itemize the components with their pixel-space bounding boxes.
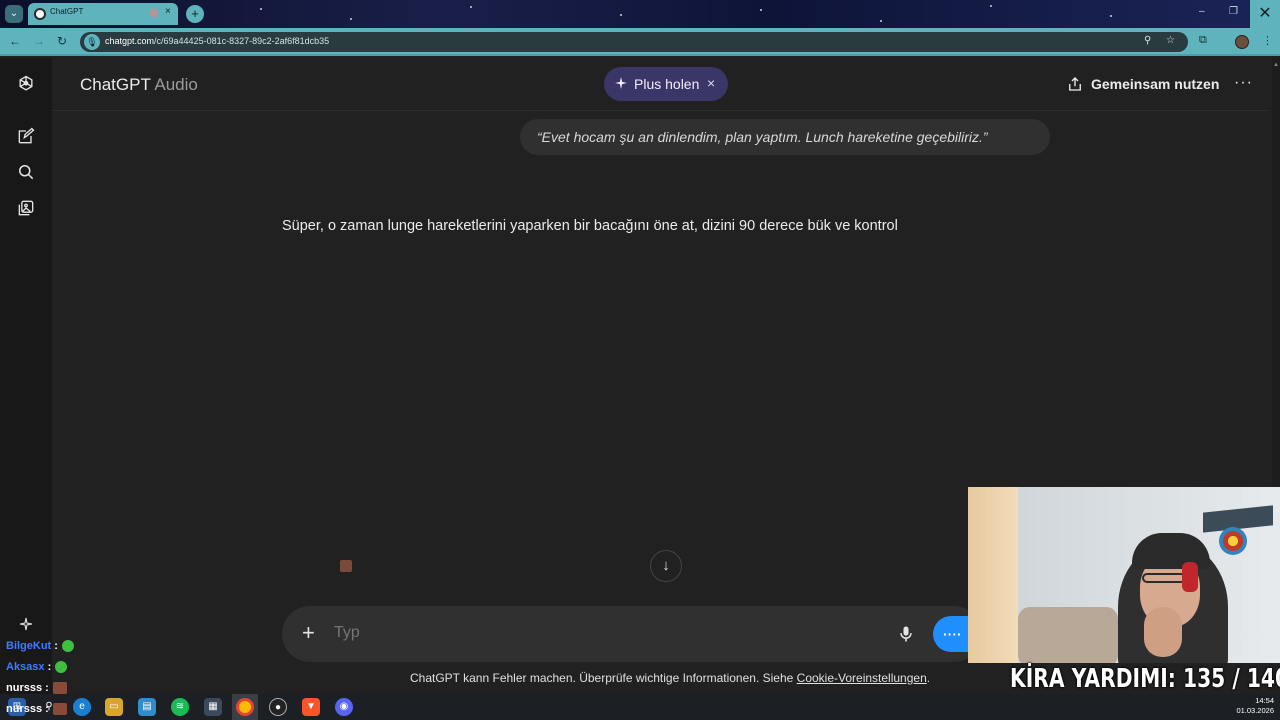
assistant-message-text: Süper, o zaman lunge hareketlerini yapar…	[282, 218, 898, 234]
obs-icon[interactable]: ●	[269, 698, 287, 716]
chat-line: BilgeKut :	[6, 640, 74, 653]
chat-line: nursss :	[6, 682, 67, 695]
share-label: Gemeinsam nutzen	[1091, 76, 1220, 92]
get-plus-label: Plus holen	[634, 76, 700, 92]
back-arrow-icon[interactable]: ←	[9, 34, 21, 48]
header-divider	[52, 110, 1270, 111]
new-chat-icon[interactable]	[16, 126, 36, 146]
sparkle-icon[interactable]	[18, 616, 34, 632]
microphone-icon[interactable]	[896, 622, 916, 646]
file-explorer-icon[interactable]: ▭	[105, 698, 123, 716]
headset-icon	[1182, 562, 1198, 592]
openai-logo-icon[interactable]	[16, 74, 36, 94]
chat-line: Aksasx :	[6, 661, 68, 674]
chat-line: nursss :	[6, 703, 67, 716]
cookie-preferences-link[interactable]: Cookie-Voreinstellungen	[797, 671, 927, 685]
audio-playing-icon[interactable]	[150, 9, 158, 17]
store-icon[interactable]: ▤	[138, 698, 156, 716]
minimize-window-button[interactable]: –	[1199, 6, 1205, 17]
tab-title: ChatGPT	[50, 7, 84, 16]
new-tab-button[interactable]: +	[186, 5, 204, 23]
library-icon[interactable]	[16, 198, 36, 218]
system-clock[interactable]: 14:54 01.03.2026	[1236, 696, 1274, 716]
discord-icon[interactable]: ◉	[335, 698, 353, 716]
user-message-bubble: “Evet hocam şu an dinlendim, plan yaptım…	[520, 119, 1050, 155]
screen: ⌄ ChatGPT × + – ❐ ✕ ← → ↻ 🎙 chatgpt.com/…	[0, 0, 1280, 720]
emote-thumbnail	[340, 560, 352, 572]
chatgpt-favicon-icon	[34, 8, 46, 20]
forward-arrow-icon[interactable]: →	[33, 34, 45, 48]
zoom-icon[interactable]: ⚲	[1144, 35, 1151, 46]
extensions-puzzle-icon[interactable]: ⧉	[1199, 34, 1207, 47]
emote-icon	[55, 661, 68, 674]
browser-menu-icon[interactable]: ⋮	[1262, 34, 1273, 47]
add-attachment-plus-icon[interactable]: +	[302, 620, 315, 646]
disclaimer: ChatGPT kann Fehler machen. Überprüfe wi…	[410, 671, 931, 685]
close-window-button[interactable]: ✕	[1250, 0, 1280, 28]
sparkle-icon	[615, 77, 627, 89]
message-input[interactable]	[334, 624, 854, 642]
calculator-icon[interactable]: ▦	[204, 698, 222, 716]
page-title[interactable]: ChatGPT Audio	[80, 75, 198, 95]
restore-window-button[interactable]: ❐	[1229, 6, 1238, 17]
search-icon[interactable]	[16, 162, 36, 182]
share-upload-icon	[1069, 77, 1081, 91]
browser-tab-bar: ⌄ ChatGPT × + – ❐ ✕	[0, 0, 1280, 28]
emote-icon	[52, 703, 67, 716]
dartboard-icon	[1219, 527, 1247, 555]
scroll-up-arrow-icon[interactable]: ▲	[1273, 62, 1279, 68]
address-bar[interactable]: 🎙 chatgpt.com/c/69a44425-081c-8327-89c2-…	[80, 32, 1188, 52]
more-options-icon[interactable]: ···	[1234, 74, 1253, 92]
taskbar: ⊞ ⚲ e ▭ ▤ ≋ ▦ ● ▼ ◉ 14:54 01.03.2026	[0, 694, 1280, 720]
chrome-icon[interactable]	[236, 698, 254, 716]
emote-icon	[61, 640, 74, 653]
rent-goal-counter: KİRA YARDIMI: 135 / 140	[1010, 664, 1280, 694]
dismiss-close-icon[interactable]: ×	[707, 75, 715, 91]
browser-toolbar: ← → ↻ 🎙 chatgpt.com/c/69a44425-081c-8327…	[0, 28, 1280, 56]
edge-browser-icon[interactable]: e	[73, 698, 91, 716]
scroll-to-bottom-button[interactable]: ↓	[650, 550, 682, 582]
webcam-overlay	[968, 487, 1280, 663]
message-composer: + ····	[282, 606, 985, 662]
tab-search-menu-icon[interactable]: ⌄	[5, 5, 23, 23]
get-plus-button[interactable]: Plus holen ×	[604, 67, 728, 101]
site-info-icon[interactable]: 🎙	[84, 34, 100, 50]
bookmark-star-icon[interactable]: ☆	[1166, 35, 1175, 46]
user-message-text: “Evet hocam şu an dinlendim, plan yaptım…	[537, 129, 988, 145]
brave-browser-icon[interactable]: ▼	[302, 698, 320, 716]
spotify-icon[interactable]: ≋	[171, 698, 189, 716]
tab-close-icon[interactable]: ×	[165, 6, 171, 17]
emote-icon	[52, 682, 67, 695]
url-text[interactable]: chatgpt.com/c/69a44425-081c-8327-89c2-2a…	[105, 36, 329, 46]
reload-icon[interactable]: ↻	[57, 34, 67, 48]
browser-tab-chatgpt[interactable]: ChatGPT ×	[28, 3, 178, 25]
profile-avatar[interactable]	[1235, 35, 1249, 49]
